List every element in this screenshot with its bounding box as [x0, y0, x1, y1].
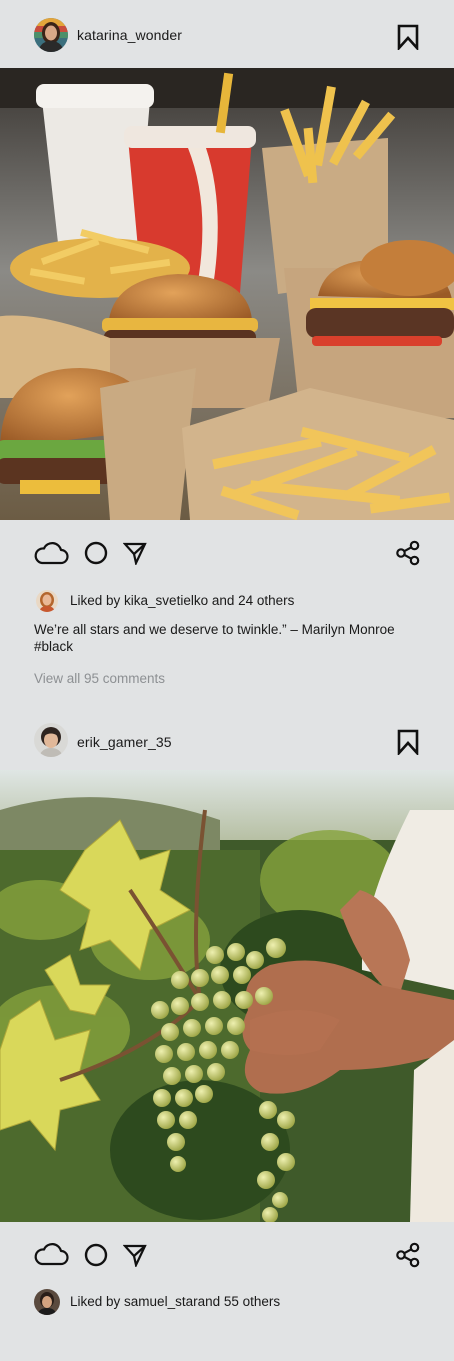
likes-suffix: and 55 others — [197, 1294, 281, 1309]
avatar-katarina[interactable] — [34, 18, 68, 52]
liker-username[interactable]: samuel_star — [124, 1294, 198, 1309]
paper-plane-icon[interactable] — [123, 541, 147, 565]
circle-icon[interactable] — [84, 1243, 108, 1267]
cloud-icon[interactable] — [33, 540, 69, 566]
circle-icon[interactable] — [84, 541, 108, 565]
post-actions — [0, 520, 454, 590]
likes-text: Liked by kika_svetielko and 24 others — [70, 593, 294, 608]
likes-suffix: and 24 others — [208, 593, 295, 608]
paper-plane-icon[interactable] — [123, 1243, 147, 1267]
username[interactable]: katarina_wonder — [77, 27, 182, 43]
post-header: erik_gamer_35 — [0, 706, 454, 770]
view-comments-link[interactable]: View all 95 comments — [34, 671, 165, 686]
bookmark-icon[interactable] — [397, 24, 419, 50]
likes-row: Liked by kika_svetielko and 24 others — [0, 590, 454, 620]
liker-username[interactable]: kika_svetielko — [124, 593, 208, 608]
post-1: katarina_wonder Liked by kika_svetielko … — [0, 0, 454, 620]
liker-avatar[interactable] — [36, 590, 58, 612]
cloud-icon[interactable] — [33, 1241, 69, 1267]
avatar-erik[interactable] — [34, 723, 68, 757]
likes-prefix: Liked by — [70, 593, 125, 608]
likes-row: Liked by samuel_starand 55 others — [0, 1286, 454, 1326]
liker-avatar[interactable] — [34, 1289, 60, 1315]
bookmark-icon[interactable] — [397, 729, 419, 755]
post-header: katarina_wonder — [0, 0, 454, 68]
post-actions — [0, 1222, 454, 1286]
likes-text: Liked by samuel_starand 55 others — [70, 1294, 280, 1309]
post-2: erik_gamer_35 Liked by samuel_starand 55… — [0, 706, 454, 1326]
share-icon[interactable] — [395, 1242, 421, 1268]
vineyard-photo[interactable] — [0, 770, 454, 1222]
post-caption: We’re all stars and we deserve to twinkl… — [34, 622, 395, 654]
fast-food-photo[interactable] — [0, 68, 454, 520]
share-icon[interactable] — [395, 540, 421, 566]
likes-prefix: Liked by — [70, 1294, 125, 1309]
username[interactable]: erik_gamer_35 — [77, 734, 172, 750]
